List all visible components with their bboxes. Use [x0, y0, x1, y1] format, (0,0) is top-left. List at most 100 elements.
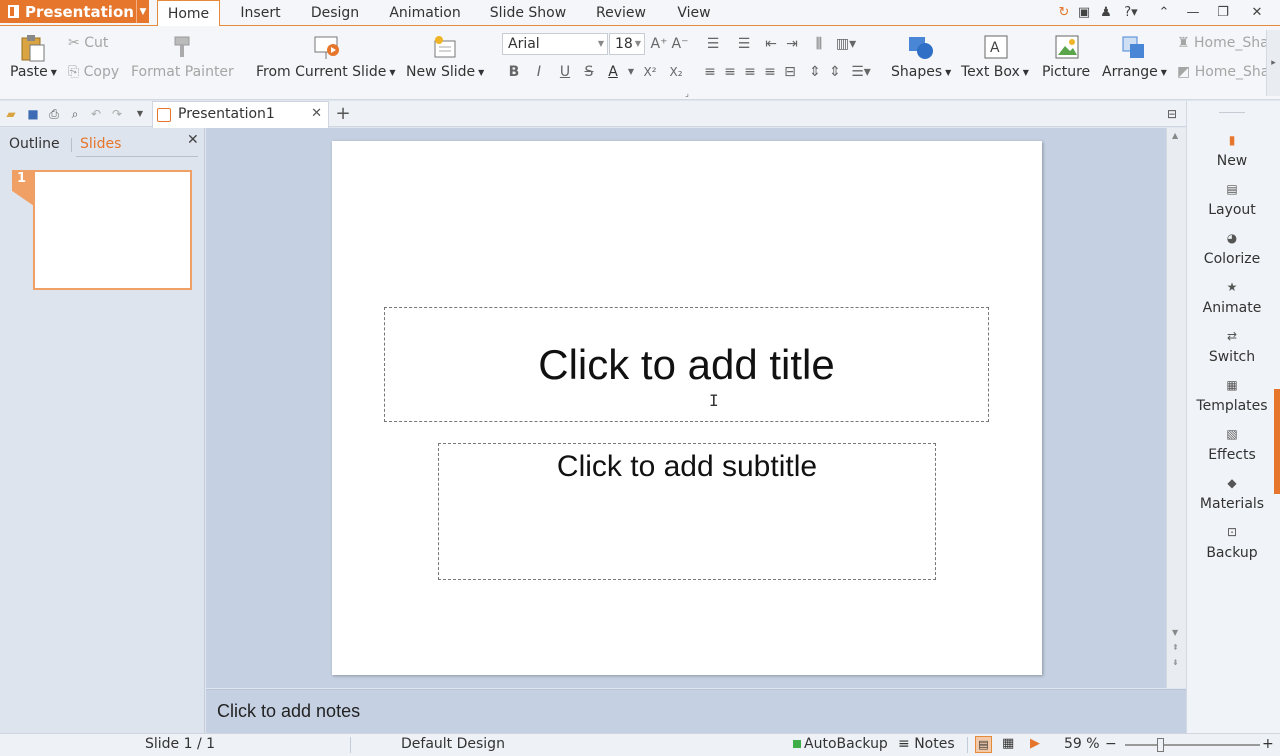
from-current-slide-icon[interactable]	[313, 35, 341, 61]
notes-toggle-button[interactable]: ≡ Notes	[898, 736, 955, 752]
skin-icon[interactable]: ▣	[1075, 4, 1093, 22]
print-icon[interactable]: ⎙	[46, 106, 62, 122]
justify-icon[interactable]: ≡	[761, 63, 779, 81]
close-window-icon[interactable]: ✕	[1248, 4, 1266, 22]
grow-font-icon[interactable]: A⁺	[650, 35, 668, 53]
task-new-button[interactable]: ▮ New	[1187, 134, 1277, 170]
shirt-icon[interactable]: ♟	[1097, 4, 1115, 22]
tab-review[interactable]: Review	[589, 0, 653, 26]
tab-list-icon[interactable]: ⊟	[1164, 106, 1180, 122]
undo-icon[interactable]: ↶	[88, 106, 104, 122]
app-menu-button[interactable]: Presentation ▼	[0, 0, 149, 23]
slideshow-view-icon[interactable]: ▶	[1030, 736, 1040, 751]
autobackup-button[interactable]: AutoBackup	[793, 736, 888, 752]
distribute-icon[interactable]: ⊟	[781, 63, 799, 81]
shapes-icon[interactable]	[907, 35, 935, 61]
task-layout-button[interactable]: ▤ Layout	[1187, 183, 1277, 219]
zoom-in-button[interactable]: +	[1262, 736, 1274, 752]
text-box-icon[interactable]: A	[984, 35, 1008, 61]
tab-outline[interactable]: Outline	[9, 136, 60, 152]
bullets-icon[interactable]: ☰	[702, 35, 724, 53]
align-center-icon[interactable]: ≡	[721, 63, 739, 81]
normal-view-icon[interactable]: ▤	[975, 736, 992, 753]
tab-view[interactable]: View	[667, 0, 721, 26]
copy-button[interactable]: ⎘ Copy	[68, 64, 119, 80]
cut-button[interactable]: ✂ Cut	[68, 35, 108, 51]
minimize-icon[interactable]: —	[1184, 4, 1202, 22]
superscript-button[interactable]: X²	[641, 63, 659, 81]
sync-icon[interactable]: ↻	[1055, 4, 1073, 22]
task-materials-button[interactable]: ◆ Materials	[1187, 477, 1277, 513]
increase-indent-icon[interactable]: ⇥	[783, 35, 801, 53]
previous-slide-icon[interactable]: ⇞	[1172, 643, 1179, 652]
tab-design[interactable]: Design	[303, 0, 367, 26]
zoom-out-button[interactable]: −	[1105, 736, 1117, 752]
paste-icon[interactable]	[20, 35, 46, 63]
task-pane-toggle[interactable]	[1274, 389, 1280, 494]
print-preview-icon[interactable]: ⌕	[67, 106, 83, 122]
save-icon[interactable]: ■	[25, 106, 41, 122]
zoom-slider-track[interactable]	[1125, 744, 1260, 746]
task-animate-button[interactable]: ★ Animate	[1187, 281, 1277, 317]
line-spacing-icon[interactable]: ⇕	[806, 63, 824, 81]
text-box-button[interactable]: Text Box ▼	[961, 64, 1029, 80]
document-tab[interactable]: Presentation1 ✕	[152, 101, 329, 128]
ribbon-scroll-right-icon[interactable]: ▸	[1266, 30, 1280, 96]
from-current-slide-button[interactable]: From Current Slide ▼	[256, 64, 396, 80]
task-templates-button[interactable]: ▦ Templates	[1187, 379, 1277, 415]
home-share-button-1[interactable]: ♜ Home_Sha	[1177, 35, 1269, 51]
font-name-select[interactable]: Arial ▼	[502, 33, 608, 55]
text-direction-icon[interactable]: ⫼	[810, 35, 828, 53]
bold-button[interactable]: B	[505, 63, 523, 81]
collapse-ribbon-icon[interactable]: ⌃	[1155, 4, 1173, 22]
numbering-icon[interactable]: ☰	[733, 35, 755, 53]
shapes-button[interactable]: Shapes ▼	[891, 64, 951, 80]
subtitle-placeholder[interactable]: Click to add subtitle	[438, 443, 936, 580]
tab-home[interactable]: Home	[157, 0, 220, 27]
help-icon[interactable]: ?▾	[1119, 4, 1143, 22]
tab-slides[interactable]: Slides	[80, 136, 121, 152]
open-folder-icon[interactable]: ▰	[3, 106, 19, 122]
subscript-button[interactable]: X₂	[667, 63, 685, 81]
slide-sorter-view-icon[interactable]: ▦	[1002, 736, 1014, 751]
format-painter-icon[interactable]	[171, 35, 193, 59]
font-size-select[interactable]: 18 ▼	[609, 33, 645, 55]
zoom-level[interactable]: 59 %	[1064, 736, 1100, 752]
next-slide-icon[interactable]: ⇟	[1172, 658, 1179, 667]
close-pane-icon[interactable]: ✕	[187, 132, 199, 148]
task-effects-button[interactable]: ▧ Effects	[1187, 428, 1277, 464]
paragraph-spacing-icon[interactable]: ⇕	[826, 63, 844, 81]
zoom-slider-thumb[interactable]	[1157, 738, 1164, 752]
align-right-icon[interactable]: ≡	[741, 63, 759, 81]
new-slide-button[interactable]: New Slide ▼	[406, 64, 484, 80]
notes-pane[interactable]: Click to add notes	[206, 689, 1186, 733]
decrease-indent-icon[interactable]: ⇤	[762, 35, 780, 53]
app-menu-caret-icon[interactable]: ▼	[136, 0, 149, 23]
strikethrough-button[interactable]: S	[580, 63, 598, 81]
title-placeholder[interactable]: Click to add title	[384, 307, 989, 422]
restore-icon[interactable]: ❐	[1214, 4, 1232, 22]
underline-button[interactable]: U	[556, 63, 574, 81]
picture-button[interactable]: Picture	[1042, 64, 1090, 80]
picture-icon[interactable]	[1055, 35, 1079, 61]
columns-icon[interactable]: ▥▾	[833, 35, 859, 53]
tab-animation[interactable]: Animation	[382, 0, 468, 26]
italic-button[interactable]: I	[530, 63, 548, 81]
design-name[interactable]: Default Design	[401, 736, 505, 752]
redo-icon[interactable]: ↷	[109, 106, 125, 122]
vertical-scrollbar[interactable]: ▲ ▼ ⇞ ⇟	[1166, 128, 1186, 688]
font-color-button[interactable]: A	[604, 63, 622, 81]
arrange-button[interactable]: Arrange ▼	[1102, 64, 1167, 80]
home-share-button-2[interactable]: ◩ Home_Sha	[1177, 64, 1269, 80]
task-colorize-button[interactable]: ◕ Colorize	[1187, 232, 1277, 268]
align-left-icon[interactable]: ≡	[701, 63, 719, 81]
slide-thumbnail[interactable]	[33, 170, 192, 290]
arrange-icon[interactable]	[1121, 35, 1147, 61]
close-tab-icon[interactable]: ✕	[311, 106, 322, 121]
tab-insert[interactable]: Insert	[232, 0, 289, 26]
task-switch-button[interactable]: ⇄ Switch	[1187, 330, 1277, 366]
tab-slide-show[interactable]: Slide Show	[482, 0, 574, 26]
scroll-down-icon[interactable]: ▼	[1172, 628, 1178, 637]
font-color-caret-icon[interactable]: ▼	[622, 63, 640, 81]
new-tab-button[interactable]: +	[335, 105, 351, 123]
